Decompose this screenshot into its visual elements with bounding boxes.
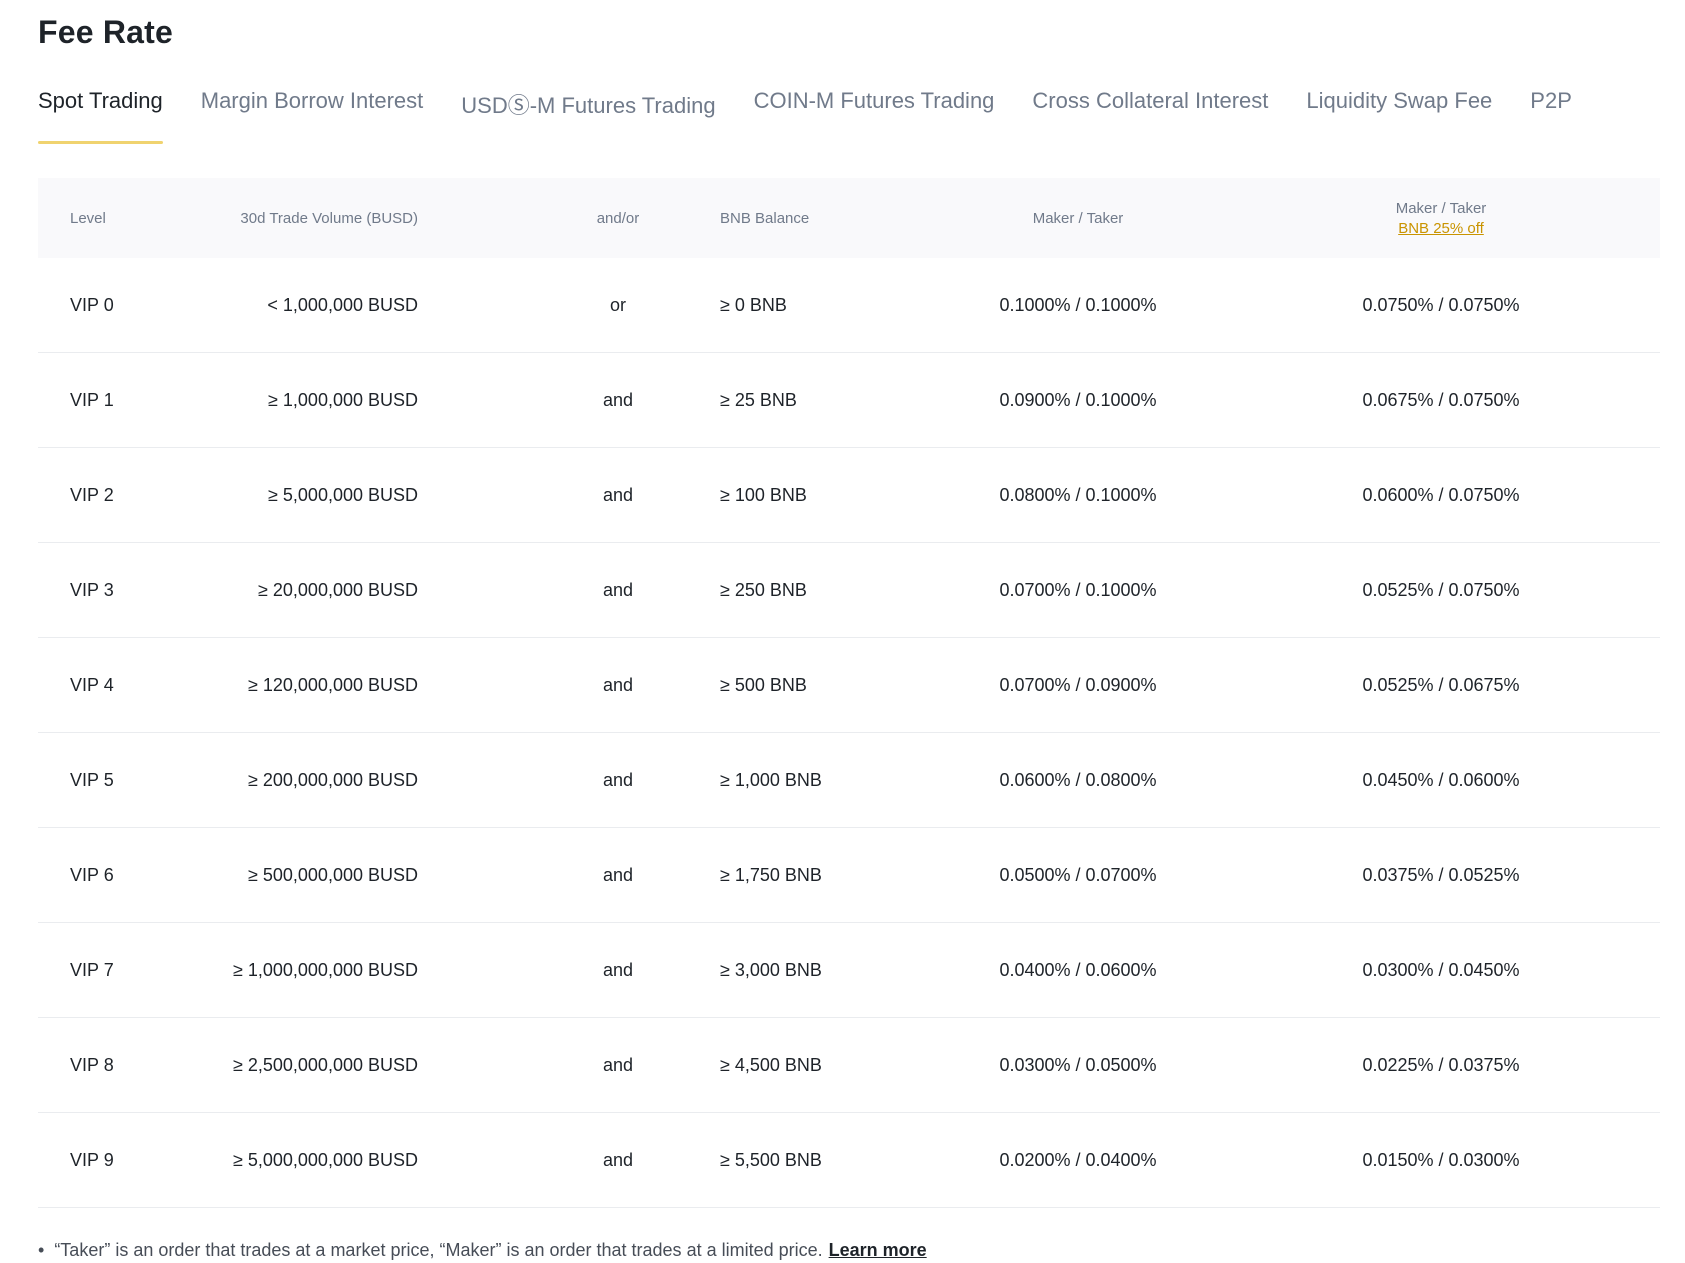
cell-and-or: and <box>602 769 634 790</box>
cell-bnb-balance: ≥ 500 BNB <box>720 674 807 695</box>
cell-trade-volume: ≥ 20,000,000 BUSD <box>258 579 418 600</box>
cell-bnb-balance: ≥ 1,000 BNB <box>720 769 822 790</box>
cell-trade-volume: ≥ 2,500,000,000 BUSD <box>232 1054 418 1075</box>
cell-and-or: and <box>602 1054 634 1075</box>
cell-bnb-balance: ≥ 3,000 BNB <box>720 959 822 980</box>
cell-trade-volume: ≥ 5,000,000,000 BUSD <box>232 1149 418 1170</box>
cell-maker-taker: 0.0500% / 0.0700% <box>999 864 1157 885</box>
fee-rate-table: Level 30d Trade Volume (BUSD) and/or BNB… <box>38 178 1660 1208</box>
header-trade-volume: 30d Trade Volume (BUSD) <box>240 209 418 227</box>
cell-level: VIP 9 <box>70 1149 114 1170</box>
table-row: VIP 9 ≥ 5,000,000,000 BUSD and ≥ 5,500 B… <box>38 1113 1660 1208</box>
cell-maker-taker-discounted: 0.0225% / 0.0375% <box>1362 1054 1520 1075</box>
table-row: VIP 1 ≥ 1,000,000 BUSD and ≥ 25 BNB 0.09… <box>38 353 1660 448</box>
cell-trade-volume: < 1,000,000 BUSD <box>267 294 418 315</box>
footnote-text: “Taker” is an order that trades at a mar… <box>54 1240 823 1260</box>
cell-level: VIP 4 <box>70 674 114 695</box>
header-maker-taker: Maker / Taker <box>1032 209 1124 227</box>
cell-maker-taker: 0.0700% / 0.1000% <box>999 579 1157 600</box>
table-row: VIP 4 ≥ 120,000,000 BUSD and ≥ 500 BNB 0… <box>38 638 1660 733</box>
table-row: VIP 3 ≥ 20,000,000 BUSD and ≥ 250 BNB 0.… <box>38 543 1660 638</box>
cell-trade-volume: ≥ 200,000,000 BUSD <box>248 769 418 790</box>
cell-maker-taker-discounted: 0.0375% / 0.0525% <box>1362 864 1520 885</box>
cell-level: VIP 5 <box>70 769 114 790</box>
cell-and-or: and <box>602 484 634 505</box>
learn-more-link[interactable]: Learn more <box>829 1240 927 1260</box>
tab-margin-borrow-interest[interactable]: Margin Borrow Interest <box>201 86 424 146</box>
cell-level: VIP 7 <box>70 959 114 980</box>
cell-maker-taker-discounted: 0.0525% / 0.0750% <box>1362 579 1520 600</box>
cell-bnb-balance: ≥ 4,500 BNB <box>720 1054 822 1075</box>
cell-maker-taker: 0.0200% / 0.0400% <box>999 1149 1157 1170</box>
cell-level: VIP 1 <box>70 389 114 410</box>
header-bnb-balance: BNB Balance <box>720 209 810 227</box>
cell-maker-taker: 0.0900% / 0.1000% <box>999 389 1157 410</box>
table-row: VIP 5 ≥ 200,000,000 BUSD and ≥ 1,000 BNB… <box>38 733 1660 828</box>
cell-maker-taker-discounted: 0.0450% / 0.0600% <box>1362 769 1520 790</box>
table-row: VIP 2 ≥ 5,000,000 BUSD and ≥ 100 BNB 0.0… <box>38 448 1660 543</box>
bullet-icon: • <box>38 1240 45 1260</box>
cell-bnb-balance: ≥ 5,500 BNB <box>720 1149 822 1170</box>
table-row: VIP 6 ≥ 500,000,000 BUSD and ≥ 1,750 BNB… <box>38 828 1660 923</box>
tab-coin-m-futures-trading[interactable]: COIN-M Futures Trading <box>754 86 995 146</box>
tab-liquidity-swap-fee[interactable]: Liquidity Swap Fee <box>1306 86 1492 146</box>
cell-bnb-balance: ≥ 25 BNB <box>720 389 797 410</box>
cell-maker-taker-discounted: 0.0675% / 0.0750% <box>1362 389 1520 410</box>
tab-p2p[interactable]: P2P <box>1530 86 1572 146</box>
cell-maker-taker-discounted: 0.0525% / 0.0675% <box>1362 674 1520 695</box>
cell-level: VIP 8 <box>70 1054 114 1075</box>
cell-bnb-balance: ≥ 1,750 BNB <box>720 864 822 885</box>
cell-maker-taker-discounted: 0.0150% / 0.0300% <box>1362 1149 1520 1170</box>
cell-level: VIP 6 <box>70 864 114 885</box>
cell-maker-taker: 0.0300% / 0.0500% <box>999 1054 1157 1075</box>
table-header: Level 30d Trade Volume (BUSD) and/or BNB… <box>38 178 1660 258</box>
cell-maker-taker: 0.0400% / 0.0600% <box>999 959 1157 980</box>
header-level: Level <box>70 209 106 227</box>
cell-level: VIP 3 <box>70 579 114 600</box>
cell-maker-taker: 0.0600% / 0.0800% <box>999 769 1157 790</box>
cell-maker-taker-discounted: 0.0750% / 0.0750% <box>1362 294 1520 315</box>
cell-maker-taker: 0.1000% / 0.1000% <box>999 294 1157 315</box>
cell-trade-volume: ≥ 120,000,000 BUSD <box>248 674 418 695</box>
cell-maker-taker-discounted: 0.0300% / 0.0450% <box>1362 959 1520 980</box>
footnote: • “Taker” is an order that trades at a ma… <box>38 1240 927 1261</box>
table-row: VIP 8 ≥ 2,500,000,000 BUSD and ≥ 4,500 B… <box>38 1018 1660 1113</box>
cell-level: VIP 0 <box>70 294 114 315</box>
cell-and-or: and <box>602 959 634 980</box>
cell-maker-taker: 0.0800% / 0.1000% <box>999 484 1157 505</box>
bnb-discount-link[interactable]: BNB 25% off <box>1398 220 1484 237</box>
cell-maker-taker: 0.0700% / 0.0900% <box>999 674 1157 695</box>
fee-tabs: Spot Trading Margin Borrow Interest USDⓈ… <box>38 86 1610 146</box>
tab-usds-m-futures-trading[interactable]: USDⓈ-M Futures Trading <box>461 86 715 146</box>
cell-and-or: or <box>609 294 626 315</box>
cell-maker-taker-discounted: 0.0600% / 0.0750% <box>1362 484 1520 505</box>
header-maker-taker-discount: Maker / Taker BNB 25% off <box>1321 178 1561 258</box>
page-title: Fee Rate <box>38 14 173 50</box>
cell-bnb-balance: ≥ 250 BNB <box>720 579 807 600</box>
cell-and-or: and <box>602 1149 634 1170</box>
cell-trade-volume: ≥ 500,000,000 BUSD <box>248 864 418 885</box>
cell-level: VIP 2 <box>70 484 114 505</box>
header-and-or: and/or <box>596 209 640 227</box>
cell-and-or: and <box>602 389 634 410</box>
cell-trade-volume: ≥ 5,000,000 BUSD <box>268 484 418 505</box>
cell-trade-volume: ≥ 1,000,000,000 BUSD <box>232 959 418 980</box>
cell-trade-volume: ≥ 1,000,000 BUSD <box>268 389 418 410</box>
cell-bnb-balance: ≥ 100 BNB <box>720 484 807 505</box>
cell-bnb-balance: ≥ 0 BNB <box>720 294 787 315</box>
cell-and-or: and <box>602 864 634 885</box>
cell-and-or: and <box>602 674 634 695</box>
table-row: VIP 0 < 1,000,000 BUSD or ≥ 0 BNB 0.1000… <box>38 258 1660 353</box>
table-body: VIP 0 < 1,000,000 BUSD or ≥ 0 BNB 0.1000… <box>38 258 1660 1208</box>
table-row: VIP 7 ≥ 1,000,000,000 BUSD and ≥ 3,000 B… <box>38 923 1660 1018</box>
tab-spot-trading[interactable]: Spot Trading <box>38 86 163 146</box>
tab-cross-collateral-interest[interactable]: Cross Collateral Interest <box>1032 86 1268 146</box>
header-maker-taker-discount-label: Maker / Taker <box>1395 199 1487 217</box>
cell-and-or: and <box>602 579 634 600</box>
